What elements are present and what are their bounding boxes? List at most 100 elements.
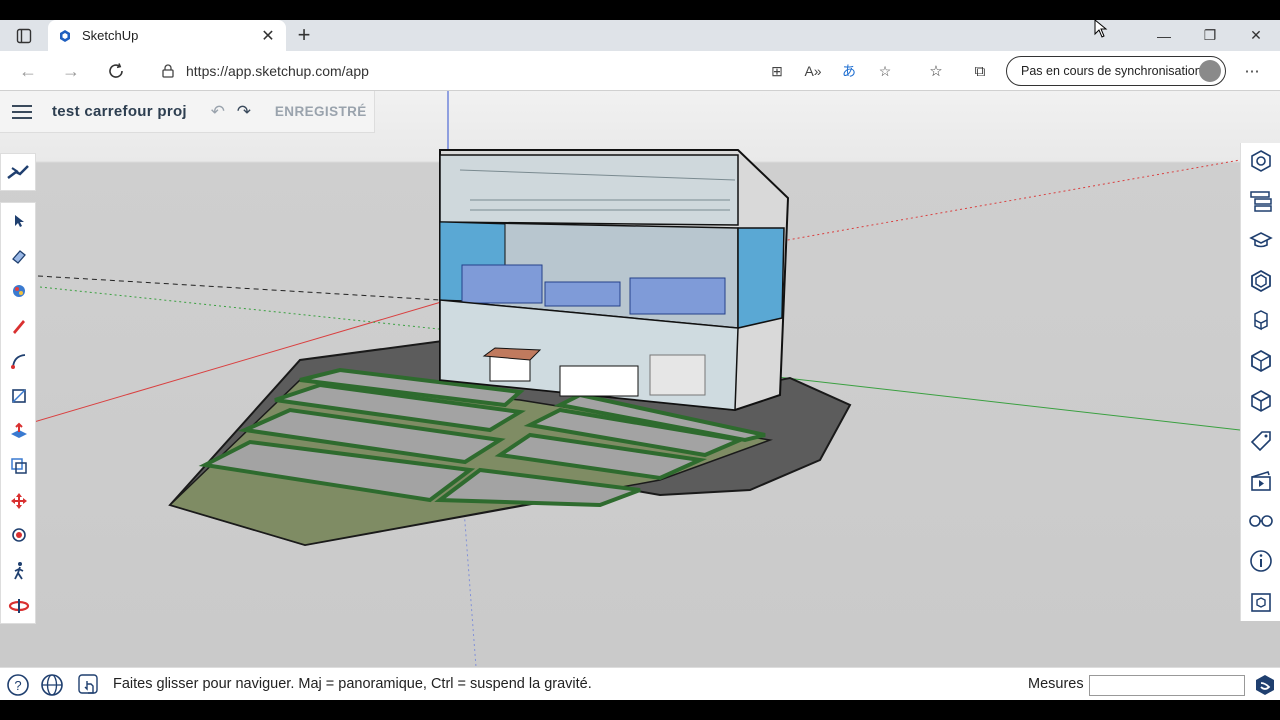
materials-icon xyxy=(1254,310,1268,331)
rectangle-tool[interactable] xyxy=(6,383,32,409)
select-icon xyxy=(15,215,24,227)
menu-icon[interactable] xyxy=(12,101,32,123)
browser-tab-strip: SketchUp ✕ + — ❐ ✕ xyxy=(0,20,1280,51)
model-viewport[interactable] xyxy=(0,91,1280,667)
walk-tool[interactable] xyxy=(6,558,32,584)
rectangle-icon xyxy=(12,389,26,403)
favorites-icon[interactable]: ☆ xyxy=(924,59,948,83)
sync-profile-button[interactable]: Pas en cours de synchronisation xyxy=(1006,56,1226,86)
position-camera-icon xyxy=(12,528,26,542)
measurements-label: Mesures xyxy=(1028,676,1084,692)
instructor-icon xyxy=(1249,232,1273,248)
building-model xyxy=(439,149,790,412)
push-pull-icon xyxy=(11,422,27,438)
help-button[interactable]: ? xyxy=(6,673,30,697)
tab-close-icon[interactable]: ✕ xyxy=(260,26,276,46)
refresh-button[interactable] xyxy=(103,59,129,83)
offset-icon xyxy=(11,458,27,474)
restore-button[interactable]: ❐ xyxy=(1187,20,1233,51)
close-window-button[interactable]: ✕ xyxy=(1233,20,1279,51)
tab-actions-button[interactable] xyxy=(8,24,40,48)
project-title[interactable]: test carrefour proj xyxy=(52,103,187,120)
more-options-icon[interactable]: ⋯ xyxy=(1240,59,1264,83)
outliner-button[interactable] xyxy=(1248,187,1274,215)
orbit-tool[interactable] xyxy=(6,593,32,619)
help-icon: ? xyxy=(7,674,29,696)
extension-warehouse-icon xyxy=(1251,593,1271,612)
eraser-tool[interactable] xyxy=(6,243,32,269)
redo-icon[interactable]: ↷ xyxy=(231,102,257,122)
instructor-hint-button[interactable] xyxy=(77,673,101,697)
model-info-button[interactable] xyxy=(1248,547,1274,575)
add-favorite-icon[interactable]: ☆ xyxy=(876,60,894,82)
pencil-tool[interactable] xyxy=(6,313,32,339)
tab-title: SketchUp xyxy=(82,28,139,43)
browser-toolbar: ← → https://app.sketchup.com/app ⊞ A» あ … xyxy=(0,51,1280,91)
entity-info-button[interactable] xyxy=(1248,147,1274,175)
offset-tool[interactable] xyxy=(6,453,32,479)
eraser-icon xyxy=(12,250,26,264)
mouse-cursor-icon xyxy=(1094,19,1108,38)
walk-icon xyxy=(14,562,24,580)
status-bar: ? Faites glisser pour naviguer. Maj = pa… xyxy=(0,667,1280,700)
scenes-icon xyxy=(1251,471,1271,491)
sync-label: Pas en cours de synchronisation xyxy=(1021,64,1202,78)
back-button[interactable]: ← xyxy=(15,59,41,83)
translate-icon[interactable]: あ xyxy=(840,60,858,82)
sketchup-logo xyxy=(1253,673,1277,697)
paint-bucket-tool[interactable] xyxy=(6,278,32,304)
browser-tab[interactable]: SketchUp ✕ xyxy=(48,20,286,51)
materials-button[interactable] xyxy=(1248,307,1274,335)
arc-icon xyxy=(11,354,26,369)
collections-icon[interactable]: ⧉ xyxy=(968,59,992,83)
display-icon xyxy=(1249,515,1273,527)
svg-text:?: ? xyxy=(14,678,21,693)
components-icon xyxy=(1251,269,1271,293)
3d-warehouse-button[interactable] xyxy=(1248,347,1274,375)
tags-icon xyxy=(1250,431,1271,452)
globe-icon xyxy=(41,674,63,696)
display-button[interactable] xyxy=(1248,507,1274,535)
solid-inspector-icon xyxy=(1251,390,1271,412)
outliner-icon xyxy=(1250,191,1272,212)
scenes-button[interactable] xyxy=(1248,467,1274,495)
hand-pointer-icon xyxy=(78,674,98,694)
save-status: ENREGISTRÉ xyxy=(274,104,367,119)
extension-warehouse-button[interactable] xyxy=(1248,587,1274,615)
app-available-icon[interactable]: ⊞ xyxy=(768,60,786,82)
address-bar[interactable]: https://app.sketchup.com/app ⊞ A» あ ☆ xyxy=(146,56,908,86)
arc-tool[interactable] xyxy=(6,348,32,374)
lock-icon xyxy=(162,64,174,78)
push-pull-tool[interactable] xyxy=(6,418,32,444)
search-tool-icon xyxy=(7,165,29,179)
solid-inspector-button[interactable] xyxy=(1248,387,1274,415)
tab-actions-icon xyxy=(16,28,32,44)
screen-bottom-border xyxy=(0,700,1280,720)
model-scene xyxy=(0,91,1241,667)
left-toolbar xyxy=(0,202,36,624)
green-axis-negative xyxy=(39,286,449,331)
minimize-button[interactable]: — xyxy=(1141,20,1187,51)
tags-button[interactable] xyxy=(1248,427,1274,455)
measurements-input[interactable] xyxy=(1089,675,1245,696)
sketchup-favicon-icon xyxy=(60,29,70,42)
move-tool[interactable] xyxy=(6,488,32,514)
sketchup-logo-icon xyxy=(1256,675,1274,695)
components-button[interactable] xyxy=(1248,267,1274,295)
guide-line xyxy=(37,275,441,301)
right-panel-bar xyxy=(1240,143,1280,621)
geolocation-button[interactable] xyxy=(40,673,64,697)
select-tool[interactable] xyxy=(6,208,32,234)
forward-button[interactable]: → xyxy=(58,59,84,83)
search-tool-button[interactable] xyxy=(0,153,36,191)
instructor-button[interactable] xyxy=(1248,227,1274,255)
read-aloud-icon[interactable]: A» xyxy=(804,60,822,82)
screen-top-border xyxy=(0,0,1280,20)
status-hint: Faites glisser pour naviguer. Maj = pano… xyxy=(113,676,592,692)
new-tab-button[interactable]: + xyxy=(292,24,316,48)
position-camera-tool[interactable] xyxy=(6,523,32,549)
model-info-icon xyxy=(1250,550,1272,572)
refresh-icon xyxy=(109,63,123,78)
undo-icon[interactable]: ↶ xyxy=(205,102,231,122)
3d-warehouse-icon xyxy=(1251,349,1271,373)
